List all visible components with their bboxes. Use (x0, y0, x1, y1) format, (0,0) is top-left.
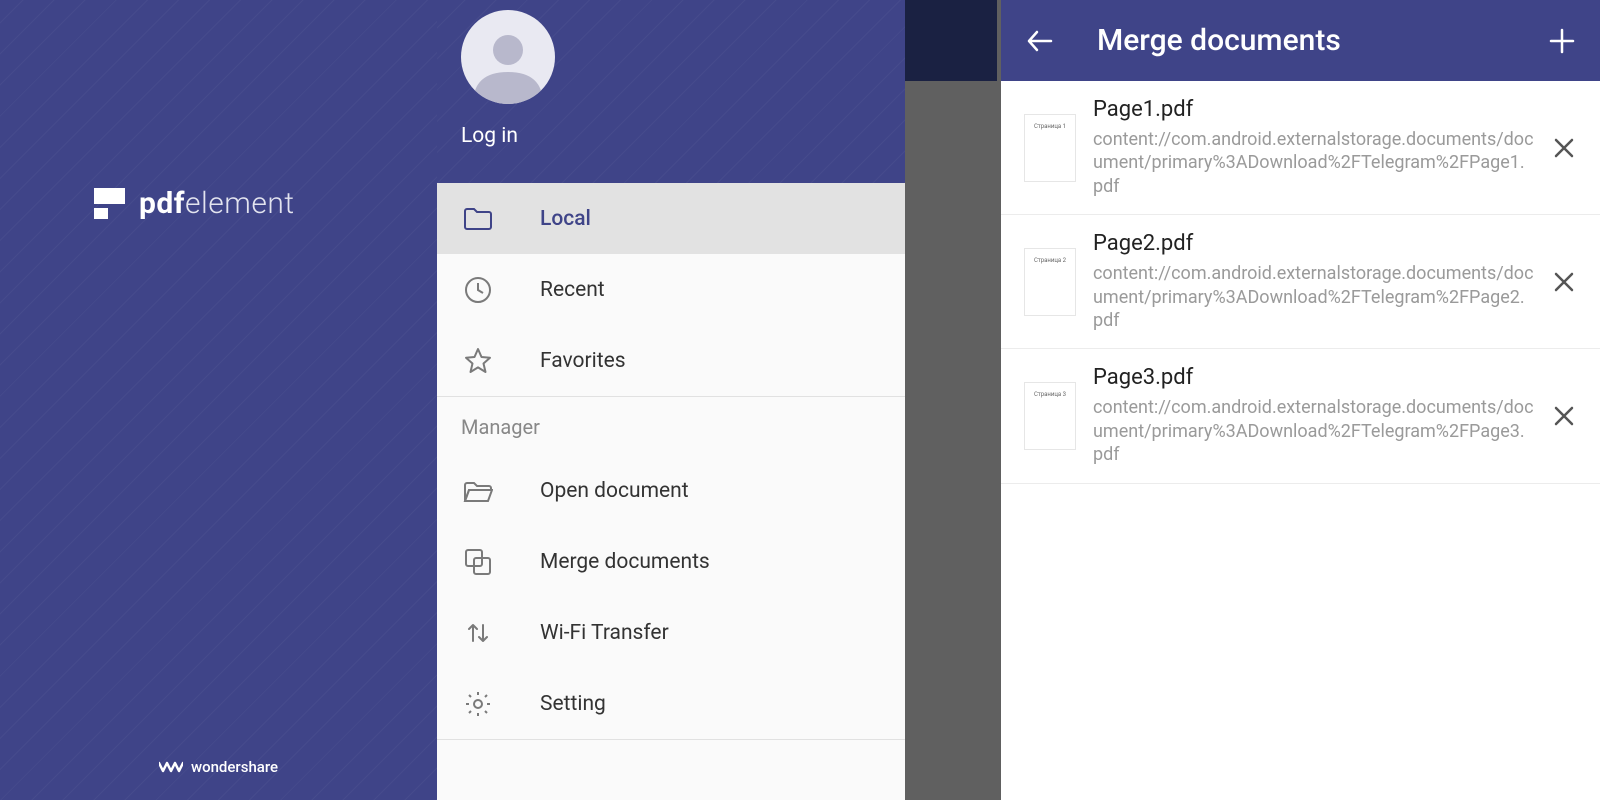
merge-icon (462, 548, 494, 576)
login-link[interactable]: Log in (461, 124, 881, 148)
brand-footer-text: wondershare (191, 758, 278, 776)
drawer-panel: Log in Local Recent Fa (437, 0, 997, 800)
close-icon[interactable] (1552, 404, 1576, 428)
pdfelement-logo-icon (94, 188, 125, 219)
brand-footer: wondershare (0, 758, 437, 776)
sidebar-item-label: Local (540, 207, 591, 231)
gear-icon (462, 690, 494, 718)
merge-item-name: Page2.pdf (1093, 231, 1534, 256)
close-icon[interactable] (1552, 270, 1576, 294)
drawer-header: Log in (437, 0, 905, 183)
close-icon[interactable] (1552, 136, 1576, 160)
sidebar-item-label: Open document (540, 479, 689, 503)
wondershare-logo-icon (159, 759, 183, 775)
merge-row[interactable]: Страница 2 Page2.pdf content://com.andro… (1001, 215, 1600, 349)
merge-item-path: content://com.android.externalstorage.do… (1093, 262, 1534, 332)
drawer: Log in Local Recent Fa (437, 0, 905, 800)
star-icon (462, 347, 494, 375)
sidebar-item-label: Wi-Fi Transfer (540, 621, 669, 645)
person-icon (461, 24, 555, 104)
brand-name: pdfelement (139, 186, 295, 221)
sidebar-item-merge-documents[interactable]: Merge documents (437, 526, 905, 597)
divider (437, 739, 905, 740)
section-header-manager: Manager (437, 397, 905, 455)
brand-panel: pdfelement wondershare (0, 0, 437, 800)
merge-item-name: Page3.pdf (1093, 365, 1534, 390)
transfer-icon (462, 619, 494, 647)
clock-icon (462, 276, 494, 304)
sidebar-item-label: Setting (540, 692, 606, 716)
plus-icon[interactable] (1548, 27, 1576, 55)
merge-panel: Merge documents Страница 1 Page1.pdf con… (997, 0, 1600, 800)
folder-open-icon (462, 479, 494, 503)
merge-item-name: Page1.pdf (1093, 97, 1534, 122)
sidebar-item-setting[interactable]: Setting (437, 668, 905, 739)
pdf-thumbnail: Страница 1 (1025, 115, 1075, 181)
brand-name-light: element (185, 186, 295, 221)
sidebar-item-recent[interactable]: Recent (437, 254, 905, 325)
merge-list: Страница 1 Page1.pdf content://com.andro… (1001, 81, 1600, 484)
sidebar-item-wifi-transfer[interactable]: Wi-Fi Transfer (437, 597, 905, 668)
merge-item-path: content://com.android.externalstorage.do… (1093, 128, 1534, 198)
pdf-thumbnail: Страница 2 (1025, 249, 1075, 315)
sidebar-item-open-document[interactable]: Open document (437, 455, 905, 526)
merge-row[interactable]: Страница 3 Page3.pdf content://com.andro… (1001, 349, 1600, 483)
sidebar-item-favorites[interactable]: Favorites (437, 325, 905, 396)
back-arrow-icon[interactable] (1025, 26, 1055, 56)
underlying-appbar (905, 0, 997, 81)
folder-icon (462, 207, 494, 231)
merge-row[interactable]: Страница 1 Page1.pdf content://com.andro… (1001, 81, 1600, 215)
appbar-title: Merge documents (1097, 23, 1548, 58)
sidebar-item-label: Favorites (540, 349, 626, 373)
pdf-thumbnail: Страница 3 (1025, 383, 1075, 449)
avatar[interactable] (461, 10, 555, 104)
brand-logo: pdfelement (94, 186, 295, 221)
drawer-scrim[interactable] (905, 0, 997, 800)
merge-item-path: content://com.android.externalstorage.do… (1093, 396, 1534, 466)
sidebar-item-label: Recent (540, 278, 605, 302)
brand-name-bold: pdf (139, 186, 185, 221)
appbar: Merge documents (1001, 0, 1600, 81)
sidebar-item-label: Merge documents (540, 550, 710, 574)
sidebar-item-local[interactable]: Local (437, 183, 905, 254)
